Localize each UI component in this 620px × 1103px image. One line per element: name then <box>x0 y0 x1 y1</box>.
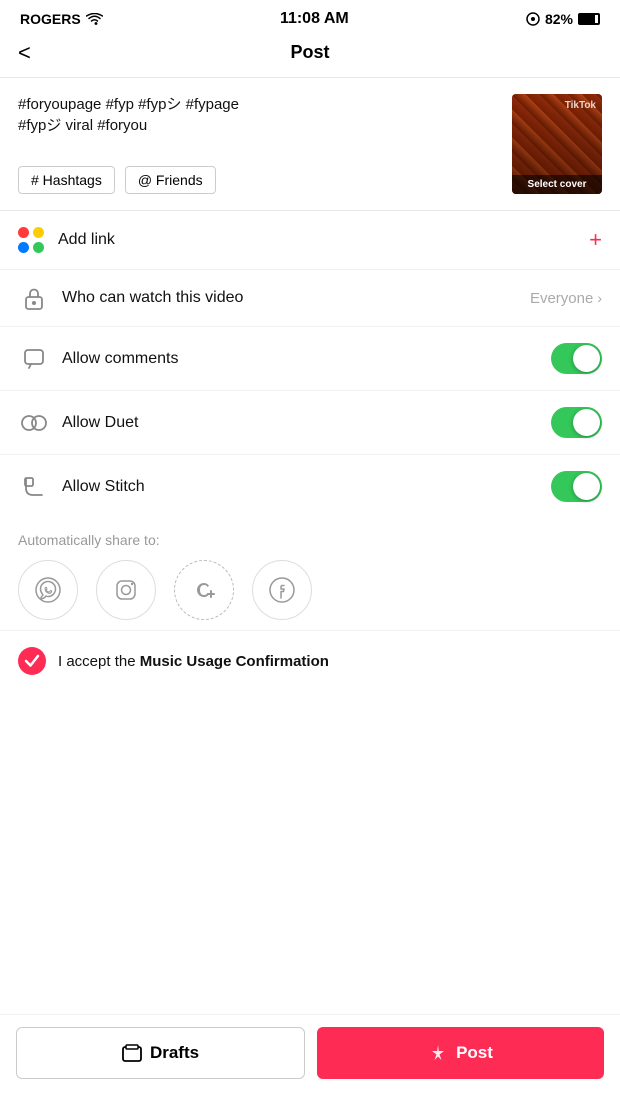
duet-icon <box>18 412 50 434</box>
battery-text: 82% <box>545 11 573 27</box>
tiktok-add-icon <box>189 575 219 605</box>
music-confirm-row[interactable]: I accept the Music Usage Confirmation <box>0 631 620 691</box>
add-link-plus-button[interactable]: + <box>589 229 602 251</box>
share-section: Automatically share to: <box>0 518 620 631</box>
instagram-share-button[interactable] <box>96 560 156 620</box>
drafts-icon <box>122 1044 142 1062</box>
whatsapp-icon <box>33 575 63 605</box>
wifi-icon <box>86 13 103 26</box>
tiktok-add-share-button[interactable] <box>174 560 234 620</box>
allow-stitch-row[interactable]: Allow Stitch <box>0 455 620 518</box>
whatsapp-share-button[interactable] <box>18 560 78 620</box>
add-link-dots-icon <box>18 227 44 253</box>
dot-red <box>18 227 29 238</box>
status-left: ROGERS <box>20 11 103 27</box>
tag-buttons: # Hashtags @ Friends <box>18 166 500 194</box>
friends-button[interactable]: @ Friends <box>125 166 216 194</box>
battery-container <box>578 13 600 25</box>
status-bar: ROGERS 11:08 AM 82% <box>0 0 620 34</box>
caption-area: #foryoupage #fyp #fypシ #fypage #fypジ vir… <box>0 78 620 211</box>
facebook-share-button[interactable] <box>252 560 312 620</box>
thumbnail-container[interactable]: TikTok Select cover <box>512 94 602 194</box>
allow-duet-toggle[interactable] <box>551 407 602 438</box>
post-button[interactable]: Post <box>317 1027 604 1079</box>
facebook-icon <box>267 575 297 605</box>
toggle-knob-duet <box>573 409 600 436</box>
allow-stitch-label: Allow Stitch <box>62 478 551 496</box>
who-can-watch-label: Who can watch this video <box>62 289 530 307</box>
toggle-knob-stitch <box>573 473 600 500</box>
page-title: Post <box>290 42 329 63</box>
post-label: Post <box>456 1043 493 1063</box>
toggle-knob <box>573 345 600 372</box>
allow-stitch-toggle[interactable] <box>551 471 602 502</box>
who-can-watch-row[interactable]: Who can watch this video Everyone › <box>0 270 620 327</box>
dot-green <box>33 242 44 253</box>
post-sparkle-icon <box>428 1043 448 1063</box>
comment-icon <box>18 348 50 370</box>
drafts-label: Drafts <box>150 1043 199 1063</box>
status-right: 82% <box>526 11 600 27</box>
who-can-watch-right: Everyone › <box>530 290 602 307</box>
tiktok-logo: TikTok <box>565 100 596 111</box>
share-icons <box>18 560 602 620</box>
stitch-icon <box>18 476 50 498</box>
drafts-button[interactable]: Drafts <box>16 1027 305 1079</box>
who-can-watch-value: Everyone <box>530 290 593 307</box>
music-confirm-bold: Music Usage Confirmation <box>140 653 329 670</box>
nav-header: < Post <box>0 34 620 78</box>
add-link-label: Add link <box>58 231 589 249</box>
lock-icon <box>18 286 50 310</box>
back-button[interactable]: < <box>18 40 31 66</box>
checkmark-icon <box>24 654 40 668</box>
chevron-icon: › <box>597 290 602 306</box>
settings-list: Add link + Who can watch this video Ever… <box>0 211 620 518</box>
instagram-icon <box>111 575 141 605</box>
allow-duet-row[interactable]: Allow Duet <box>0 391 620 455</box>
allow-duet-label: Allow Duet <box>62 414 551 432</box>
share-label: Automatically share to: <box>18 532 602 548</box>
allow-comments-toggle[interactable] <box>551 343 602 374</box>
thumbnail-label[interactable]: Select cover <box>512 175 602 194</box>
check-circle-icon <box>18 647 46 675</box>
dot-yellow <box>33 227 44 238</box>
dot-blue <box>18 242 29 253</box>
bottom-bar: Drafts Post <box>0 1014 620 1103</box>
caption-text[interactable]: #foryoupage #fyp #fypシ #fypage #fypジ vir… <box>18 94 500 156</box>
music-confirm-text: I accept the Music Usage Confirmation <box>58 653 329 670</box>
battery-icon <box>578 13 600 25</box>
allow-comments-label: Allow comments <box>62 350 551 368</box>
hashtags-button[interactable]: # Hashtags <box>18 166 115 194</box>
carrier-text: ROGERS <box>20 11 81 27</box>
allow-comments-row[interactable]: Allow comments <box>0 327 620 391</box>
add-link-row[interactable]: Add link + <box>0 211 620 270</box>
status-time: 11:08 AM <box>280 10 349 28</box>
location-icon <box>526 12 540 26</box>
